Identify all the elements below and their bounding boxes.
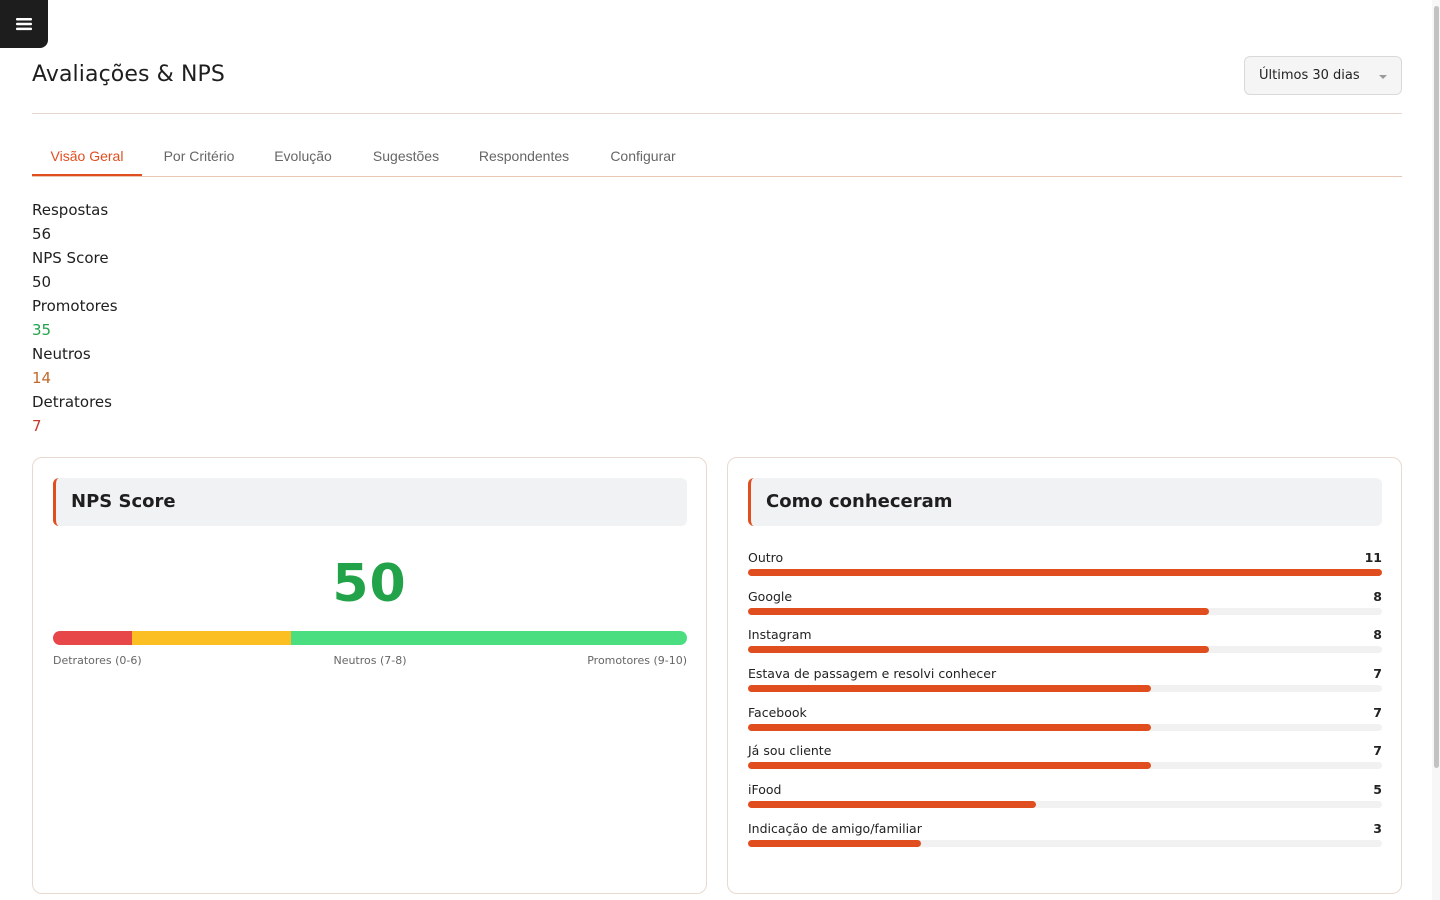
source-bar-fill [748, 801, 1037, 809]
source-bar-track [748, 607, 1382, 615]
nps-score-big: 50 [332, 554, 407, 614]
period-select-value: Últimos 30 dias [1259, 68, 1360, 83]
source-count: 8 [1373, 588, 1382, 604]
tab-respondentes[interactable]: Respondentes [462, 138, 586, 175]
nps-score-value: 50 [32, 273, 52, 291]
sources-card-title: Como conheceram [766, 491, 953, 512]
detractors-value: 7 [32, 417, 42, 435]
source-bar-fill [748, 646, 1210, 654]
source-bar-track [748, 569, 1382, 576]
tab-configurar[interactable]: Configurar [593, 138, 693, 175]
nps-label-promoters: Promotores (9-10) [587, 654, 687, 667]
source-item: iFood 5 [748, 782, 1382, 821]
tab-por-criterio[interactable]: Por Critério [145, 138, 253, 175]
sources-card: Como conheceram Outro 11 Google 8 Instagram 8… [727, 457, 1402, 894]
tab-sugestoes[interactable]: Sugestões [354, 138, 458, 175]
source-bar-fill [748, 839, 921, 847]
nps-card-title: NPS Score [71, 491, 176, 512]
source-count: 7 [1373, 704, 1382, 720]
source-label: Já sou cliente [748, 743, 832, 759]
page-header: Avaliações & NPS Últimos 30 dias [32, 56, 1402, 114]
source-label: Estava de passagem e resolvi conhecer [748, 666, 997, 682]
source-bar-track [748, 762, 1382, 770]
detractors-label: Detratores [32, 393, 112, 411]
source-bar-fill [748, 762, 1152, 770]
source-label: Instagram [748, 627, 812, 643]
source-item: Indicação de amigo/familiar 3 [748, 821, 1382, 860]
source-label: Indicação de amigo/familiar [748, 820, 922, 836]
source-bar-fill [748, 685, 1152, 693]
tab-evolucao[interactable]: Evolução [257, 138, 349, 175]
nps-score-label: NPS Score [32, 249, 109, 267]
source-bar-track [748, 723, 1382, 731]
menu-button[interactable] [0, 0, 48, 48]
nps-segment-detractors [53, 631, 133, 645]
source-item: Google 8 [748, 589, 1382, 628]
page-title: Avaliações & NPS [32, 62, 225, 87]
nps-score-card: NPS Score 50 Detratores (0-6) Neutros (7-… [32, 457, 707, 894]
source-label: Facebook [748, 704, 807, 720]
responses-value: 56 [32, 225, 52, 243]
source-item: Facebook 7 [748, 705, 1382, 744]
source-bar-fill [748, 607, 1210, 615]
sources-card-header: Como conheceram [748, 478, 1382, 526]
caret-down-icon [1379, 75, 1387, 79]
nps-segment-neutrals [132, 631, 291, 645]
scrollbar-thumb[interactable] [1434, 6, 1439, 768]
source-count: 5 [1373, 782, 1382, 798]
source-bar-fill [748, 569, 1382, 576]
tab-bar: Visão Geral Por Critério Evolução Sugest… [32, 138, 1402, 177]
neutrals-label: Neutros [32, 345, 91, 363]
period-select[interactable]: Últimos 30 dias [1244, 56, 1402, 95]
source-item: Instagram 8 [748, 627, 1382, 666]
source-count: 11 [1364, 550, 1382, 565]
tab-visao-geral[interactable]: Visão Geral [32, 138, 142, 176]
promoters-label: Promotores [32, 297, 118, 315]
source-label: Outro [748, 550, 784, 565]
source-count: 7 [1373, 666, 1382, 682]
page-scrollbar[interactable] [1432, 0, 1440, 900]
source-count: 7 [1373, 743, 1382, 759]
nps-distribution-bar [53, 631, 687, 645]
nps-segment-promoters [290, 631, 687, 645]
nps-card-header: NPS Score [53, 478, 687, 526]
source-item: Outro 11 [748, 550, 1382, 589]
promoters-value: 35 [32, 321, 52, 339]
source-label: Google [748, 588, 793, 604]
nps-label-neutrals: Neutros (7-8) [333, 654, 407, 667]
source-item: Já sou cliente 7 [748, 743, 1382, 782]
hamburger-menu-icon [16, 18, 32, 31]
source-bar-track [748, 801, 1382, 809]
source-item: Estava de passagem e resolvi conhecer 7 [748, 666, 1382, 705]
neutrals-value: 14 [32, 369, 52, 387]
source-count: 3 [1373, 820, 1382, 836]
source-bar-track [748, 839, 1382, 847]
source-count: 8 [1373, 627, 1382, 643]
source-label: iFood [748, 782, 782, 798]
source-bar-fill [748, 723, 1152, 731]
source-bar-track [748, 646, 1382, 654]
responses-label: Respostas [32, 201, 109, 219]
summary-stats: Respostas 56 NPS Score 50 Promotores 35 … [32, 198, 118, 438]
nps-label-detractors: Detratores (0-6) [53, 654, 142, 667]
source-bar-track [748, 685, 1382, 693]
sources-list: Outro 11 Google 8 Instagram 8 Estava de passag… [748, 550, 1382, 860]
